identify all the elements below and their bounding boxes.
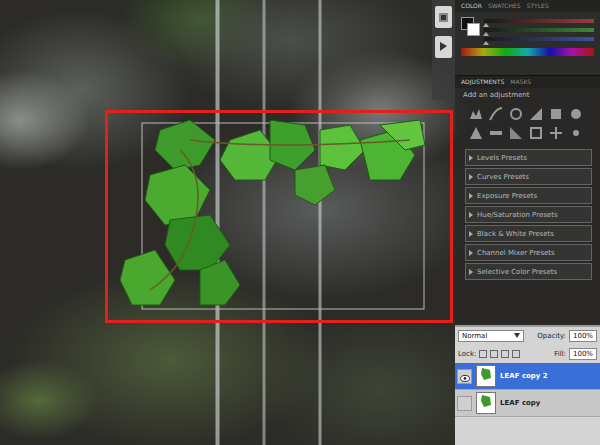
adjustment-icon[interactable] bbox=[529, 125, 543, 139]
opacity-label: Opacity: bbox=[537, 332, 566, 340]
lock-options bbox=[479, 350, 520, 358]
panel-tab[interactable]: ADJUSTMENTS bbox=[461, 77, 504, 87]
workspace: COLOR SWATCHES STYLES ADJUSTMENTS MASKSAdd a… bbox=[0, 0, 600, 445]
visibility-toggle[interactable] bbox=[457, 369, 472, 384]
adjustment-icon[interactable] bbox=[489, 125, 503, 139]
preset-label: Curves Presets bbox=[477, 173, 529, 181]
eye-icon bbox=[460, 367, 470, 386]
adjustments-hint: Add an adjustment bbox=[455, 88, 600, 102]
preset-row[interactable]: Hue/Saturation Presets bbox=[465, 206, 592, 223]
preset-row[interactable]: Black & White Presets bbox=[465, 225, 592, 242]
adjustments-panel-button[interactable] bbox=[435, 36, 452, 58]
slider-knob[interactable] bbox=[483, 32, 489, 36]
panel-column: COLOR SWATCHES STYLES ADJUSTMENTS MASKSAdd a… bbox=[455, 0, 600, 445]
layer-name: LEAF copy 2 bbox=[500, 372, 548, 380]
expand-icon bbox=[469, 269, 473, 275]
color-spectrum[interactable] bbox=[461, 48, 594, 56]
preset-label: Hue/Saturation Presets bbox=[477, 211, 558, 219]
expand-icon bbox=[469, 193, 473, 199]
panel-tab[interactable]: SWATCHES bbox=[488, 1, 521, 11]
adjustment-icon[interactable] bbox=[489, 106, 503, 120]
visibility-toggle[interactable] bbox=[457, 396, 472, 411]
color-slider[interactable] bbox=[484, 19, 594, 23]
adjustment-icon[interactable] bbox=[569, 106, 583, 120]
leaf-layer-image[interactable] bbox=[120, 120, 425, 310]
layer-row[interactable]: LEAF copy bbox=[455, 390, 600, 417]
preset-row[interactable]: Exposure Presets bbox=[465, 187, 592, 204]
preset-row[interactable]: Selective Color Presets bbox=[465, 263, 592, 280]
blend-mode-value: Normal bbox=[462, 332, 487, 340]
color-swatches[interactable] bbox=[461, 17, 479, 35]
adjustment-icon[interactable] bbox=[569, 125, 583, 139]
layers-panel: Normal Opacity:100% Lock: Fill:100% LEAF cop… bbox=[455, 325, 600, 445]
adjustment-icon[interactable] bbox=[509, 125, 523, 139]
preset-row[interactable]: Curves Presets bbox=[465, 168, 592, 185]
preset-label: Black & White Presets bbox=[477, 230, 554, 238]
layers-lock-row: Lock: Fill:100% bbox=[455, 345, 600, 363]
preset-label: Exposure Presets bbox=[477, 192, 537, 200]
adjustment-icon[interactable] bbox=[469, 106, 483, 120]
expand-icon bbox=[469, 155, 473, 161]
preset-label: Selective Color Presets bbox=[477, 268, 557, 276]
expand-icon bbox=[469, 231, 473, 237]
preset-list: Levels Presets Curves Presets Exposure Pre… bbox=[455, 143, 600, 280]
background-swatch[interactable] bbox=[467, 23, 480, 36]
preset-row[interactable]: Channel Mixer Presets bbox=[465, 244, 592, 261]
color-panel: COLOR SWATCHES STYLES bbox=[455, 0, 600, 75]
adjustment-icon[interactable] bbox=[469, 125, 483, 139]
layer-thumbnail bbox=[476, 392, 496, 414]
fill-field[interactable]: 100% bbox=[569, 348, 597, 360]
panel-tabs: COLOR SWATCHES STYLES bbox=[455, 0, 600, 12]
expand-icon bbox=[469, 174, 473, 180]
adjustment-icon[interactable] bbox=[529, 106, 543, 120]
fill-label: Fill: bbox=[554, 350, 566, 358]
expand-icon bbox=[469, 212, 473, 218]
panel-tabs: ADJUSTMENTS MASKS bbox=[455, 76, 600, 88]
adjustment-icon[interactable] bbox=[549, 125, 563, 139]
palette-icon bbox=[438, 8, 449, 27]
panel-dock bbox=[432, 0, 455, 100]
panel-tab[interactable]: MASKS bbox=[510, 77, 531, 87]
preset-label: Levels Presets bbox=[477, 154, 527, 162]
adjust-icon bbox=[438, 38, 449, 57]
blend-mode-dropdown[interactable]: Normal bbox=[458, 330, 524, 342]
lock-icon[interactable] bbox=[512, 350, 520, 358]
lock-icon[interactable] bbox=[501, 350, 509, 358]
slider-knob[interactable] bbox=[483, 41, 489, 45]
leaf-icon bbox=[479, 393, 493, 413]
preset-label: Channel Mixer Presets bbox=[477, 249, 555, 257]
panel-tab[interactable]: COLOR bbox=[461, 1, 482, 11]
lock-icon[interactable] bbox=[490, 350, 498, 358]
expand-icon bbox=[469, 250, 473, 256]
canvas-area bbox=[0, 0, 432, 445]
color-sliders bbox=[484, 17, 594, 41]
dropdown-icon bbox=[514, 332, 520, 340]
layer-name: LEAF copy bbox=[500, 399, 540, 407]
layers-options-row: Normal Opacity:100% bbox=[455, 327, 600, 345]
color-body bbox=[455, 12, 600, 46]
lock-label: Lock: bbox=[458, 350, 476, 358]
color-slider[interactable] bbox=[484, 37, 594, 41]
adjustment-icons bbox=[455, 102, 600, 143]
color-slider[interactable] bbox=[484, 28, 594, 32]
leaf-icon bbox=[479, 366, 493, 386]
panel-tab[interactable]: STYLES bbox=[527, 1, 549, 11]
lock-icon[interactable] bbox=[479, 350, 487, 358]
layer-thumbnail bbox=[476, 365, 496, 387]
layer-row[interactable]: LEAF copy 2 bbox=[455, 363, 600, 390]
adjustments-panel: ADJUSTMENTS MASKSAdd an adjustment Levels … bbox=[455, 75, 600, 325]
adjustment-icon[interactable] bbox=[509, 106, 523, 120]
color-panel-button[interactable] bbox=[435, 6, 452, 28]
opacity-field[interactable]: 100% bbox=[569, 330, 597, 342]
slider-knob[interactable] bbox=[483, 23, 489, 27]
preset-row[interactable]: Levels Presets bbox=[465, 149, 592, 166]
adjustment-icon[interactable] bbox=[549, 106, 563, 120]
